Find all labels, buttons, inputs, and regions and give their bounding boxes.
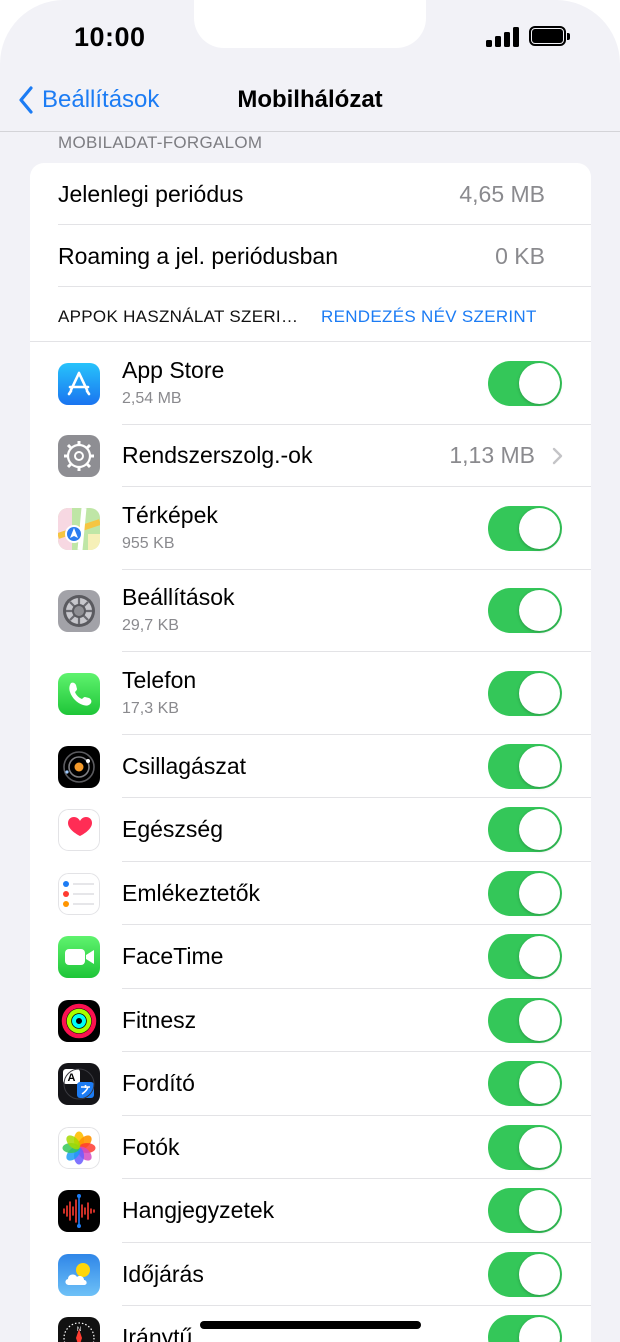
cellular-data-toggle[interactable]: [488, 1061, 562, 1106]
facetime-icon: [58, 936, 100, 978]
toggle-knob: [519, 508, 560, 549]
app-row: Egészség: [30, 798, 591, 862]
section-header: MOBILADAT-FORGALOM: [58, 133, 263, 152]
app-name: Csillagászat: [122, 753, 246, 779]
toggle-knob: [519, 873, 560, 914]
app-row: A Fordító: [30, 1052, 591, 1116]
app-name: App Store: [122, 357, 225, 383]
phone-screen: 10:00 Beállítások Mobilhálózat MOBILADAT…: [0, 0, 620, 1342]
current-period-label: Jelenlegi periódus: [58, 181, 244, 207]
battery-icon: [529, 26, 570, 46]
astronomy-icon: [58, 746, 100, 788]
phone-icon: [58, 673, 100, 715]
app-row: Időjárás: [30, 1243, 591, 1306]
toggle-knob: [519, 746, 560, 787]
toggle-knob: [519, 673, 560, 714]
photos-icon: [58, 1127, 100, 1169]
app-name: Térképek: [122, 502, 218, 528]
compass-icon: N: [58, 1317, 100, 1342]
app-name: Rendszerszolg.-ok: [122, 442, 313, 468]
svg-text:A: A: [68, 1072, 76, 1084]
cellular-data-toggle[interactable]: [488, 998, 562, 1043]
weather-icon: [58, 1254, 100, 1296]
toggle-knob: [519, 1317, 560, 1342]
cellular-data-toggle[interactable]: [488, 1125, 562, 1170]
cellular-data-card: Jelenlegi periódus 4,65 MB Roaming a jel…: [30, 163, 591, 1342]
toggle-knob: [519, 1190, 560, 1231]
page-title: Mobilhálózat: [237, 86, 383, 113]
voice-memos-icon: [58, 1190, 100, 1232]
app-name: Beállítások: [122, 584, 235, 610]
toggle-knob: [519, 1127, 560, 1168]
app-row: App Store 2,54 MB: [30, 342, 591, 425]
cellular-data-toggle[interactable]: [488, 506, 562, 551]
toggle-knob: [519, 590, 560, 631]
notch: [194, 0, 426, 48]
toggle-knob: [519, 363, 560, 404]
reminders-icon: [58, 873, 100, 915]
roaming-row: Roaming a jel. periódusban 0 KB: [30, 225, 591, 287]
app-name: Fitnesz: [122, 1007, 197, 1033]
app-row: FaceTime: [30, 925, 591, 989]
app-name: Iránytű: [122, 1324, 193, 1342]
app-name: Fordító: [122, 1070, 195, 1096]
system-services-icon: [58, 435, 100, 477]
status-time: 10:00: [74, 22, 146, 52]
toggle-knob: [519, 1063, 560, 1104]
app-name: Hangjegyzetek: [122, 1197, 275, 1223]
app-data-size: 955 KB: [122, 535, 175, 552]
cellular-data-toggle[interactable]: [488, 361, 562, 406]
app-row: Hangjegyzetek: [30, 1179, 591, 1243]
cellular-data-toggle[interactable]: [488, 1188, 562, 1233]
app-data-size: 2,54 MB: [122, 390, 182, 407]
app-name: Egészség: [122, 816, 224, 842]
app-row: Fotók: [30, 1116, 591, 1179]
app-row: Fitnesz: [30, 989, 591, 1052]
cellular-data-toggle[interactable]: [488, 1252, 562, 1297]
cellular-signal-icon: [486, 27, 520, 47]
roaming-label: Roaming a jel. periódusban: [58, 243, 339, 269]
translate-icon: A: [58, 1063, 100, 1105]
current-period-value: 4,65 MB: [459, 181, 545, 207]
cellular-data-toggle[interactable]: [488, 671, 562, 716]
toggle-knob: [519, 1254, 560, 1295]
current-period-row: Jelenlegi periódus 4,65 MB: [30, 163, 591, 225]
app-row: Emlékeztetők: [30, 862, 591, 925]
health-icon: [58, 809, 100, 851]
chevron-right-icon: [552, 447, 563, 470]
app-name: FaceTime: [122, 943, 224, 969]
apps-header-row: APPOK HASZNÁLAT SZERI… RENDEZÉS NÉV SZER…: [30, 287, 591, 342]
toggle-knob: [519, 936, 560, 977]
cellular-data-toggle[interactable]: [488, 588, 562, 633]
app-row[interactable]: Rendszerszolg.-ok 1,13 MB: [30, 425, 591, 487]
navigation-bar: Beállítások Mobilhálózat: [0, 72, 620, 132]
toggle-knob: [519, 1000, 560, 1041]
cellular-data-toggle[interactable]: [488, 934, 562, 979]
sort-by-name-button[interactable]: RENDEZÉS NÉV SZERINT: [321, 307, 537, 327]
roaming-value: 0 KB: [495, 243, 545, 269]
app-name: Emlékeztetők: [122, 880, 261, 906]
app-name: Időjárás: [122, 1261, 204, 1287]
cellular-data-toggle[interactable]: [488, 1315, 562, 1342]
fitness-icon: [58, 1000, 100, 1042]
apps-by-usage-label: APPOK HASZNÁLAT SZERI…: [58, 307, 299, 326]
app-row: Telefon 17,3 KB: [30, 652, 591, 735]
app-data-size: 1,13 MB: [449, 442, 535, 468]
settings-icon: [58, 590, 100, 632]
app-row: Térképek 955 KB: [30, 487, 591, 570]
app-store-icon: [58, 363, 100, 405]
app-name: Telefon: [122, 667, 197, 693]
app-data-size: 29,7 KB: [122, 617, 179, 634]
app-row: Beállítások 29,7 KB: [30, 570, 591, 652]
toggle-knob: [519, 809, 560, 850]
cellular-data-toggle[interactable]: [488, 807, 562, 852]
app-name: Fotók: [122, 1134, 180, 1160]
home-indicator: [200, 1321, 421, 1329]
app-row: Csillagászat: [30, 735, 591, 798]
cellular-data-toggle[interactable]: [488, 744, 562, 789]
maps-icon: [58, 508, 100, 550]
app-data-size: 17,3 KB: [122, 700, 179, 717]
cellular-data-toggle[interactable]: [488, 871, 562, 916]
